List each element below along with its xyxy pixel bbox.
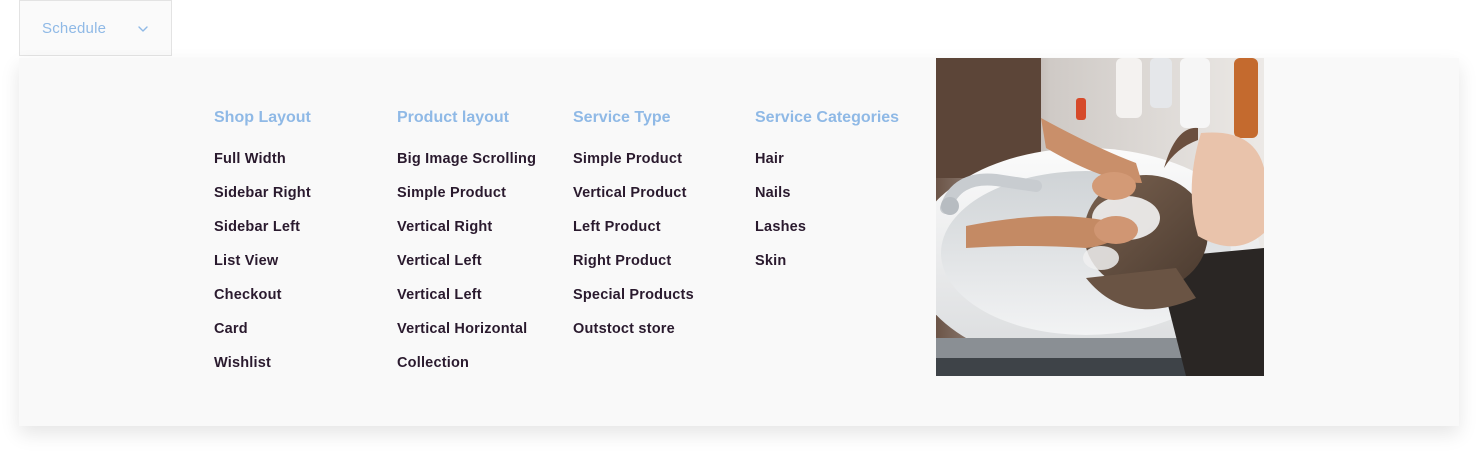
menu-item[interactable]: Lashes bbox=[755, 218, 905, 252]
menu-item[interactable]: Vertical Left bbox=[397, 252, 562, 286]
menu-item[interactable]: Nails bbox=[755, 184, 905, 218]
menu-item[interactable]: Vertical Left bbox=[397, 286, 562, 320]
menu-item[interactable]: Sidebar Left bbox=[214, 218, 384, 252]
menu-column-product-layout: Product layout Big Image Scrolling Simpl… bbox=[397, 106, 562, 388]
column-title: Product layout bbox=[397, 109, 510, 126]
menu-item[interactable]: Skin bbox=[755, 252, 905, 286]
column-title: Service Type bbox=[573, 109, 671, 126]
menu-item[interactable]: Vertical Horizontal bbox=[397, 320, 562, 354]
schedule-menu-label: Schedule bbox=[42, 19, 107, 37]
column-title: Shop Layout bbox=[214, 109, 311, 126]
menu-item[interactable]: Big Image Scrolling bbox=[397, 150, 562, 184]
menu-item[interactable]: Right Product bbox=[573, 252, 743, 286]
schedule-menu-trigger[interactable]: Schedule bbox=[19, 0, 172, 56]
menu-item[interactable]: Card bbox=[214, 320, 384, 354]
menu-item[interactable]: Collection bbox=[397, 354, 562, 388]
menu-column-service-categories: Service Categories Hair Nails Lashes Ski… bbox=[755, 106, 905, 286]
menu-item[interactable]: Vertical Right bbox=[397, 218, 562, 252]
menu-column-service-type: Service Type Simple Product Vertical Pro… bbox=[573, 106, 743, 354]
menu-item[interactable]: Special Products bbox=[573, 286, 743, 320]
menu-column-shop-layout: Shop Layout Full Width Sidebar Right Sid… bbox=[214, 106, 384, 388]
menu-item[interactable]: Left Product bbox=[573, 218, 743, 252]
menu-item[interactable]: List View bbox=[214, 252, 384, 286]
mega-menu-panel: Shop Layout Full Width Sidebar Right Sid… bbox=[19, 58, 1459, 426]
menu-item[interactable]: Outstoct store bbox=[573, 320, 743, 354]
column-title: Service Categories bbox=[755, 109, 900, 126]
menu-item[interactable]: Vertical Product bbox=[573, 184, 743, 218]
menu-item[interactable]: Wishlist bbox=[214, 354, 384, 388]
menu-item[interactable]: Sidebar Right bbox=[214, 184, 384, 218]
menu-item[interactable]: Full Width bbox=[214, 150, 384, 184]
menu-item[interactable]: Simple Product bbox=[397, 184, 562, 218]
chevron-down-icon bbox=[138, 26, 148, 32]
salon-hair-wash-image[interactable] bbox=[936, 58, 1264, 376]
menu-item[interactable]: Checkout bbox=[214, 286, 384, 320]
menu-item[interactable]: Simple Product bbox=[573, 150, 743, 184]
menu-item[interactable]: Hair bbox=[755, 150, 905, 184]
